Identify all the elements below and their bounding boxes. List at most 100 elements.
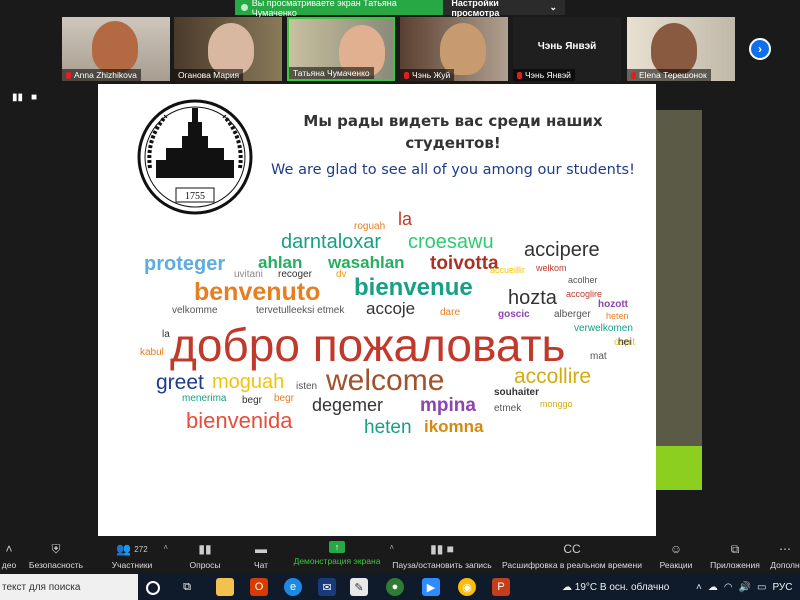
word-cloud-word: kabul — [140, 347, 164, 358]
participant-video — [208, 23, 254, 75]
participants-count: 272 — [134, 544, 148, 554]
powerpoint-icon[interactable]: P — [492, 578, 510, 596]
slide-side-accent — [656, 446, 702, 490]
participant-name-tag: Оганова Мария — [174, 69, 244, 81]
security-button[interactable]: ⛨ Безопасность — [28, 538, 84, 574]
next-page-icon[interactable]: › — [749, 38, 771, 60]
participant-tile[interactable]: Чэнь Янвэй Чэнь Янвэй — [513, 17, 621, 81]
participant-tile[interactable]: Anna Zhizhikova — [62, 17, 170, 81]
more-button[interactable]: ⋯ Дополн — [770, 538, 800, 574]
sharing-dot-icon — [241, 4, 248, 11]
word-cloud-word: moguah — [212, 371, 285, 393]
participant-tile[interactable]: Оганова Мария — [174, 17, 282, 81]
slide-title-ru: Мы рады видеть вас среди наших студентов… — [278, 110, 628, 154]
zoom-app-icon[interactable]: ● — [386, 578, 404, 596]
slide-title-ru-line2: студентов! — [405, 134, 501, 152]
toolbar-label: Участники — [111, 560, 153, 570]
chevron-up-icon[interactable]: ˄ — [696, 582, 702, 593]
participant-name: Татьяна Чумаченко — [293, 68, 370, 78]
stop-share-icon[interactable]: ■ — [31, 92, 37, 103]
word-cloud-word: proteger — [144, 253, 226, 275]
word-cloud-word: acolher — [568, 275, 598, 285]
participant-name-tag: Чэнь Янвэй — [513, 69, 575, 81]
participant-name-tag: Чэнь Жуй — [400, 69, 455, 81]
cloud-sync-icon[interactable]: ☁ — [708, 582, 718, 593]
video-button[interactable]: ˄ део — [0, 538, 18, 574]
reactions-icon: ☺ — [669, 542, 683, 556]
apps-button[interactable]: ⧉ Приложения — [708, 538, 762, 574]
word-cloud-word: dv — [336, 269, 347, 280]
record-icon: ▮▮ ■ — [430, 542, 454, 556]
word-cloud-word: accueillir — [490, 265, 526, 275]
pause-share-icon[interactable]: ▮▮ — [12, 92, 23, 103]
wifi-icon[interactable]: ◠ — [724, 582, 733, 593]
apps-icon: ⧉ — [730, 541, 740, 556]
office-icon[interactable]: O — [250, 578, 268, 596]
pen-icon[interactable]: ✎ — [350, 578, 368, 596]
word-cloud-word: darntaloxar — [281, 231, 382, 253]
task-view-icon[interactable]: ⧉ — [178, 578, 196, 596]
participants-button[interactable]: 👥 272 Участники ˄ — [108, 538, 168, 574]
word-cloud-word: velkomme — [172, 305, 218, 316]
mic-muted-icon — [631, 71, 636, 79]
toolbar-label: Дополн — [770, 560, 800, 570]
word-cloud-word: isten — [296, 381, 318, 392]
polls-button[interactable]: ▮▮ Опросы — [184, 538, 226, 574]
participant-strip: Anna Zhizhikova Оганова Мария Татьяна Чу… — [0, 17, 800, 83]
word-cloud-word: toivotta — [430, 253, 499, 274]
word-cloud-word: welkom — [536, 263, 567, 273]
system-tray[interactable]: ˄ ☁ ◠ 🔊 ▭ РУС — [696, 574, 793, 600]
view-options-label: Настройки просмотра — [451, 0, 500, 18]
chat-button[interactable]: ▬ Чат — [246, 538, 276, 574]
word-cloud-word: heten — [364, 417, 412, 438]
participant-tile[interactable]: Elena Терешонок — [627, 17, 735, 81]
participant-video — [92, 21, 138, 73]
word-cloud-word: degemer — [312, 395, 384, 415]
weather-widget[interactable]: ☁ 19°C В осн. облачно — [562, 574, 669, 600]
participant-tile[interactable]: Чэнь Жуй — [400, 17, 508, 81]
toolbar-label: део — [1, 560, 17, 570]
taskbar-search-input[interactable]: текст для поиска — [0, 574, 138, 600]
word-cloud-word: begr — [242, 395, 263, 406]
toolbar-label: Опросы — [189, 560, 221, 570]
sharing-text: Вы просматриваете экран Татьяна Чумаченк… — [251, 0, 397, 18]
reactions-button[interactable]: ☺ Реакции — [658, 538, 694, 574]
participant-name-tag: Татьяна Чумаченко — [289, 67, 374, 79]
chevron-up-icon[interactable]: ˄ — [163, 543, 168, 552]
word-cloud-word: la — [398, 209, 413, 229]
participant-name: Elena Терешонок — [639, 70, 707, 80]
chat-icon: ▬ — [255, 542, 267, 556]
slide-side-band — [656, 110, 702, 446]
word-cloud-word: hozta — [508, 287, 557, 309]
toolbar-label: Пауза/остановить запись — [392, 560, 492, 570]
chrome-icon[interactable]: ◉ — [458, 578, 476, 596]
share-screen-button[interactable]: ↑ Демонстрация экрана ˄ — [292, 538, 394, 574]
view-options-button[interactable]: Настройки просмотра ⌄ — [443, 0, 565, 18]
mic-muted-icon — [66, 71, 71, 79]
participant-display-name: Чэнь Янвэй — [537, 41, 597, 52]
word-cloud-word: hozott — [598, 299, 628, 310]
mail-icon[interactable]: ✉ — [318, 578, 336, 596]
word-cloud-word: welcome — [326, 364, 445, 397]
cloud-icon: ☁ — [562, 581, 575, 593]
edge-icon[interactable]: e — [284, 578, 302, 596]
participant-name: Anna Zhizhikova — [74, 70, 137, 80]
share-controls: ▮▮ ■ — [12, 92, 37, 103]
more-icon: ⋯ — [779, 542, 791, 556]
file-explorer-icon[interactable] — [216, 578, 234, 596]
record-button[interactable]: ▮▮ ■ Пауза/остановить запись — [392, 538, 492, 574]
word-cloud-word: tervetulleeksi etmek — [256, 305, 345, 316]
chevron-down-icon: ⌄ — [549, 2, 557, 12]
language-indicator[interactable]: РУС — [772, 582, 792, 593]
transcript-button[interactable]: CC Расшифровка в реальном времени — [502, 538, 642, 574]
word-cloud-word: la — [162, 329, 170, 340]
shared-slide: 1755 Мы рады видеть вас среди наших студ… — [98, 84, 656, 536]
sharing-indicator: Вы просматриваете экран Татьяна Чумаченк… — [235, 0, 444, 18]
cortana-icon[interactable] — [146, 581, 160, 595]
participant-tile-active[interactable]: Татьяна Чумаченко — [287, 17, 395, 81]
battery-icon[interactable]: ▭ — [757, 582, 766, 593]
zoom-icon[interactable]: ▶ — [422, 578, 440, 596]
participants-icon: 👥 272 — [116, 542, 148, 556]
volume-icon[interactable]: 🔊 — [739, 582, 751, 593]
toolbar-label: Безопасность — [28, 560, 84, 570]
